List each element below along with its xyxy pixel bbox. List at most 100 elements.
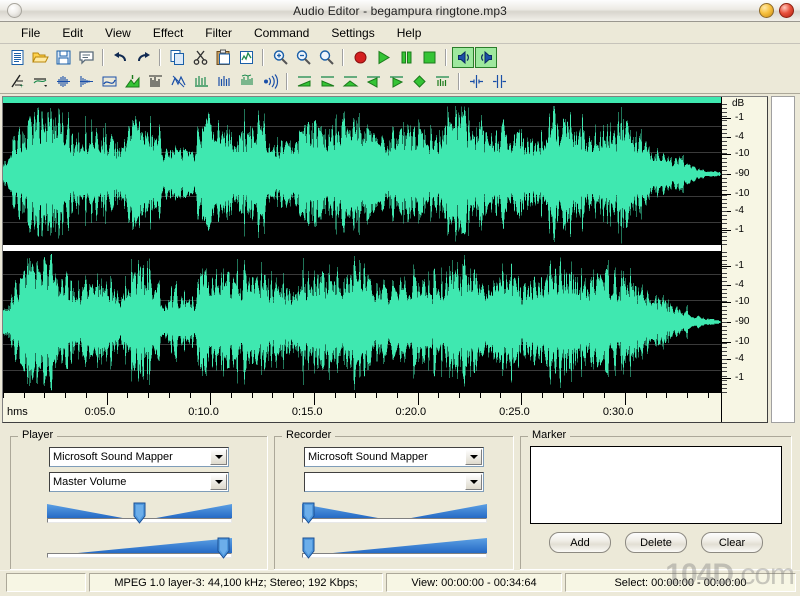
clear-marker-button[interactable]: Clear [701,532,763,553]
echo-icon[interactable] [190,71,212,92]
copy-icon[interactable] [166,47,188,68]
fade-in-icon[interactable] [293,71,315,92]
add-marker-button[interactable]: Add [549,532,611,553]
fade-out-icon[interactable] [316,71,338,92]
time-ruler[interactable]: hms 0:05.0 0:10.0 0:15.0 0:20.0 0:25.0 0:30.0 [3,392,721,422]
amplify-icon[interactable]: + [6,71,28,92]
player-volume-slider[interactable] [46,536,232,562]
fade-icon[interactable] [52,71,74,92]
db-ruler-header: dB [732,98,745,109]
record-icon[interactable] [349,47,371,68]
recorder-device-dropdown[interactable]: Microsoft Sound Mapper [304,447,484,467]
menu-view[interactable]: View [94,24,142,42]
channel-divider [3,244,721,252]
db-ruler-label: -1 [735,260,744,271]
crossfade-icon[interactable] [339,71,361,92]
time-ruler-label: 0:20.0 [395,406,427,418]
invert-icon[interactable] [408,71,430,92]
comment-icon[interactable] [75,47,97,68]
cut-icon[interactable] [189,47,211,68]
right-channel-icon[interactable] [475,46,497,68]
noise-reduce-icon[interactable] [167,71,189,92]
open-file-icon[interactable] [29,47,51,68]
menu-effect[interactable]: Effect [142,24,194,42]
vertical-scrollbar[interactable] [771,96,795,423]
stop-icon[interactable] [418,47,440,68]
normalize-icon[interactable] [29,71,51,92]
reverse-left-icon[interactable] [362,71,384,92]
db-ruler-label: -1 [735,112,744,123]
time-ruler-label: 0:10.0 [188,406,219,418]
redo-icon[interactable] [132,47,154,68]
player-panel-title: Player [18,429,58,441]
status-format: MPEG 1.0 layer-3: 44,100 kHz; Stereo; 19… [89,573,383,592]
save-file-icon[interactable] [52,47,74,68]
recorder-device-value: Microsoft Sound Mapper [308,451,428,463]
menu-filter[interactable]: Filter [194,24,243,42]
zoom-in-icon[interactable] [269,47,291,68]
marker-list[interactable] [530,446,782,524]
time-ruler-label: 0:30.0 [602,406,634,418]
zoom-selection-icon[interactable] [315,47,337,68]
marker-panel: Marker Add Delete Clear [520,429,792,570]
toolbar-separator [286,72,288,90]
chorus-icon[interactable] [236,71,258,92]
envelope-icon[interactable] [75,71,97,92]
player-mixer-dropdown[interactable]: Master Volume [49,472,229,492]
close-button[interactable] [779,3,794,18]
db-ruler-label: -10 [735,147,750,159]
minimize-button[interactable] [759,3,774,18]
db-ruler-label: -4 [735,130,744,142]
paste-special-icon[interactable] [235,47,257,68]
recorder-volume-slider[interactable] [301,536,487,562]
db-ruler-label: -4 [735,278,744,290]
zoom-out-icon[interactable] [292,47,314,68]
waveform-channels: dB -1 -4 -10 -90 -10 -4 -1 -1 -4 -10 -90 -10 -4 -1 [3,97,767,393]
db-ruler: dB -1 -4 -10 -90 -10 -4 -1 -1 -4 -10 -90 -10 -4 -1 [721,97,767,393]
player-balance-slider[interactable] [46,501,232,527]
recorder-mixer-dropdown[interactable] [304,472,484,492]
join-icon[interactable] [488,71,510,92]
delay-icon[interactable] [259,71,281,92]
trim-icon[interactable] [431,71,453,92]
menu-help[interactable]: Help [386,24,433,42]
time-ruler-label: 0:15.0 [291,406,323,418]
reverse-right-icon[interactable] [385,71,407,92]
equalizer-icon[interactable] [98,71,120,92]
delete-marker-button[interactable]: Delete [625,532,687,553]
db-ruler-label: -90 [735,168,750,179]
reverb-icon[interactable] [213,71,235,92]
new-file-icon[interactable] [6,47,28,68]
chevron-down-icon[interactable] [465,474,482,490]
waveform-canvas[interactable] [3,97,721,392]
status-bar: MPEG 1.0 layer-3: 44,100 kHz; Stereo; 19… [0,570,800,596]
menu-command[interactable]: Command [243,24,320,42]
toolbar-row-effects: + [0,69,800,93]
menu-settings[interactable]: Settings [320,24,385,42]
menu-file[interactable]: File [10,24,51,42]
waveform-display[interactable]: dB -1 -4 -10 -90 -10 -4 -1 -1 -4 -10 -90 -10 -4 -1 hm… [2,96,768,423]
paste-icon[interactable] [212,47,234,68]
toolbar-separator [262,48,264,66]
channel-right[interactable] [3,252,721,392]
chevron-down-icon[interactable] [210,474,227,490]
chevron-down-icon[interactable] [210,449,227,465]
player-device-dropdown[interactable]: Microsoft Sound Mapper [49,447,229,467]
spectrum-icon[interactable] [144,71,166,92]
control-panels: Player Microsoft Sound Mapper Master Vol… [0,423,800,570]
pause-icon[interactable] [395,47,417,68]
undo-icon[interactable] [109,47,131,68]
compressor-icon[interactable] [121,71,143,92]
split-icon[interactable] [465,71,487,92]
channel-left[interactable] [3,104,721,244]
toolbar-separator [159,48,161,66]
waveform-scroll-area [769,96,797,423]
toolbar-separator [102,48,104,66]
left-channel-icon[interactable] [452,46,474,68]
selection-bar[interactable] [3,97,721,104]
menu-edit[interactable]: Edit [51,24,94,42]
player-device-value: Microsoft Sound Mapper [53,451,173,463]
recorder-balance-slider[interactable] [301,501,487,527]
chevron-down-icon[interactable] [465,449,482,465]
play-icon[interactable] [372,47,394,68]
